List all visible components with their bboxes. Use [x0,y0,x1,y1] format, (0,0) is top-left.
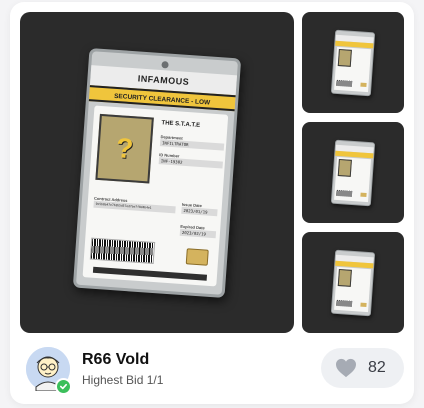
portrait: ? [95,113,154,183]
like-button[interactable]: 82 [321,348,404,388]
badge-org: THE S.T.A.T.E [161,119,201,129]
highest-bid-label: Highest Bid 1/1 [82,373,164,387]
main-image[interactable]: INFAMOUS SECURITY CLEARANCE - LOW ? THE … [20,12,294,333]
creator-name[interactable]: R66 Vold [82,351,149,369]
thumbnail-2[interactable] [302,122,404,223]
barcode [89,237,156,264]
check-badge-icon [55,378,72,395]
like-count: 82 [368,359,386,376]
chip [185,247,209,266]
heart-icon [336,358,356,378]
id-badge-artwork: INFAMOUS SECURITY CLEARANCE - LOW ? THE … [72,47,242,298]
thumbnail-3[interactable] [302,232,404,333]
thumbnail-1[interactable] [302,12,404,113]
